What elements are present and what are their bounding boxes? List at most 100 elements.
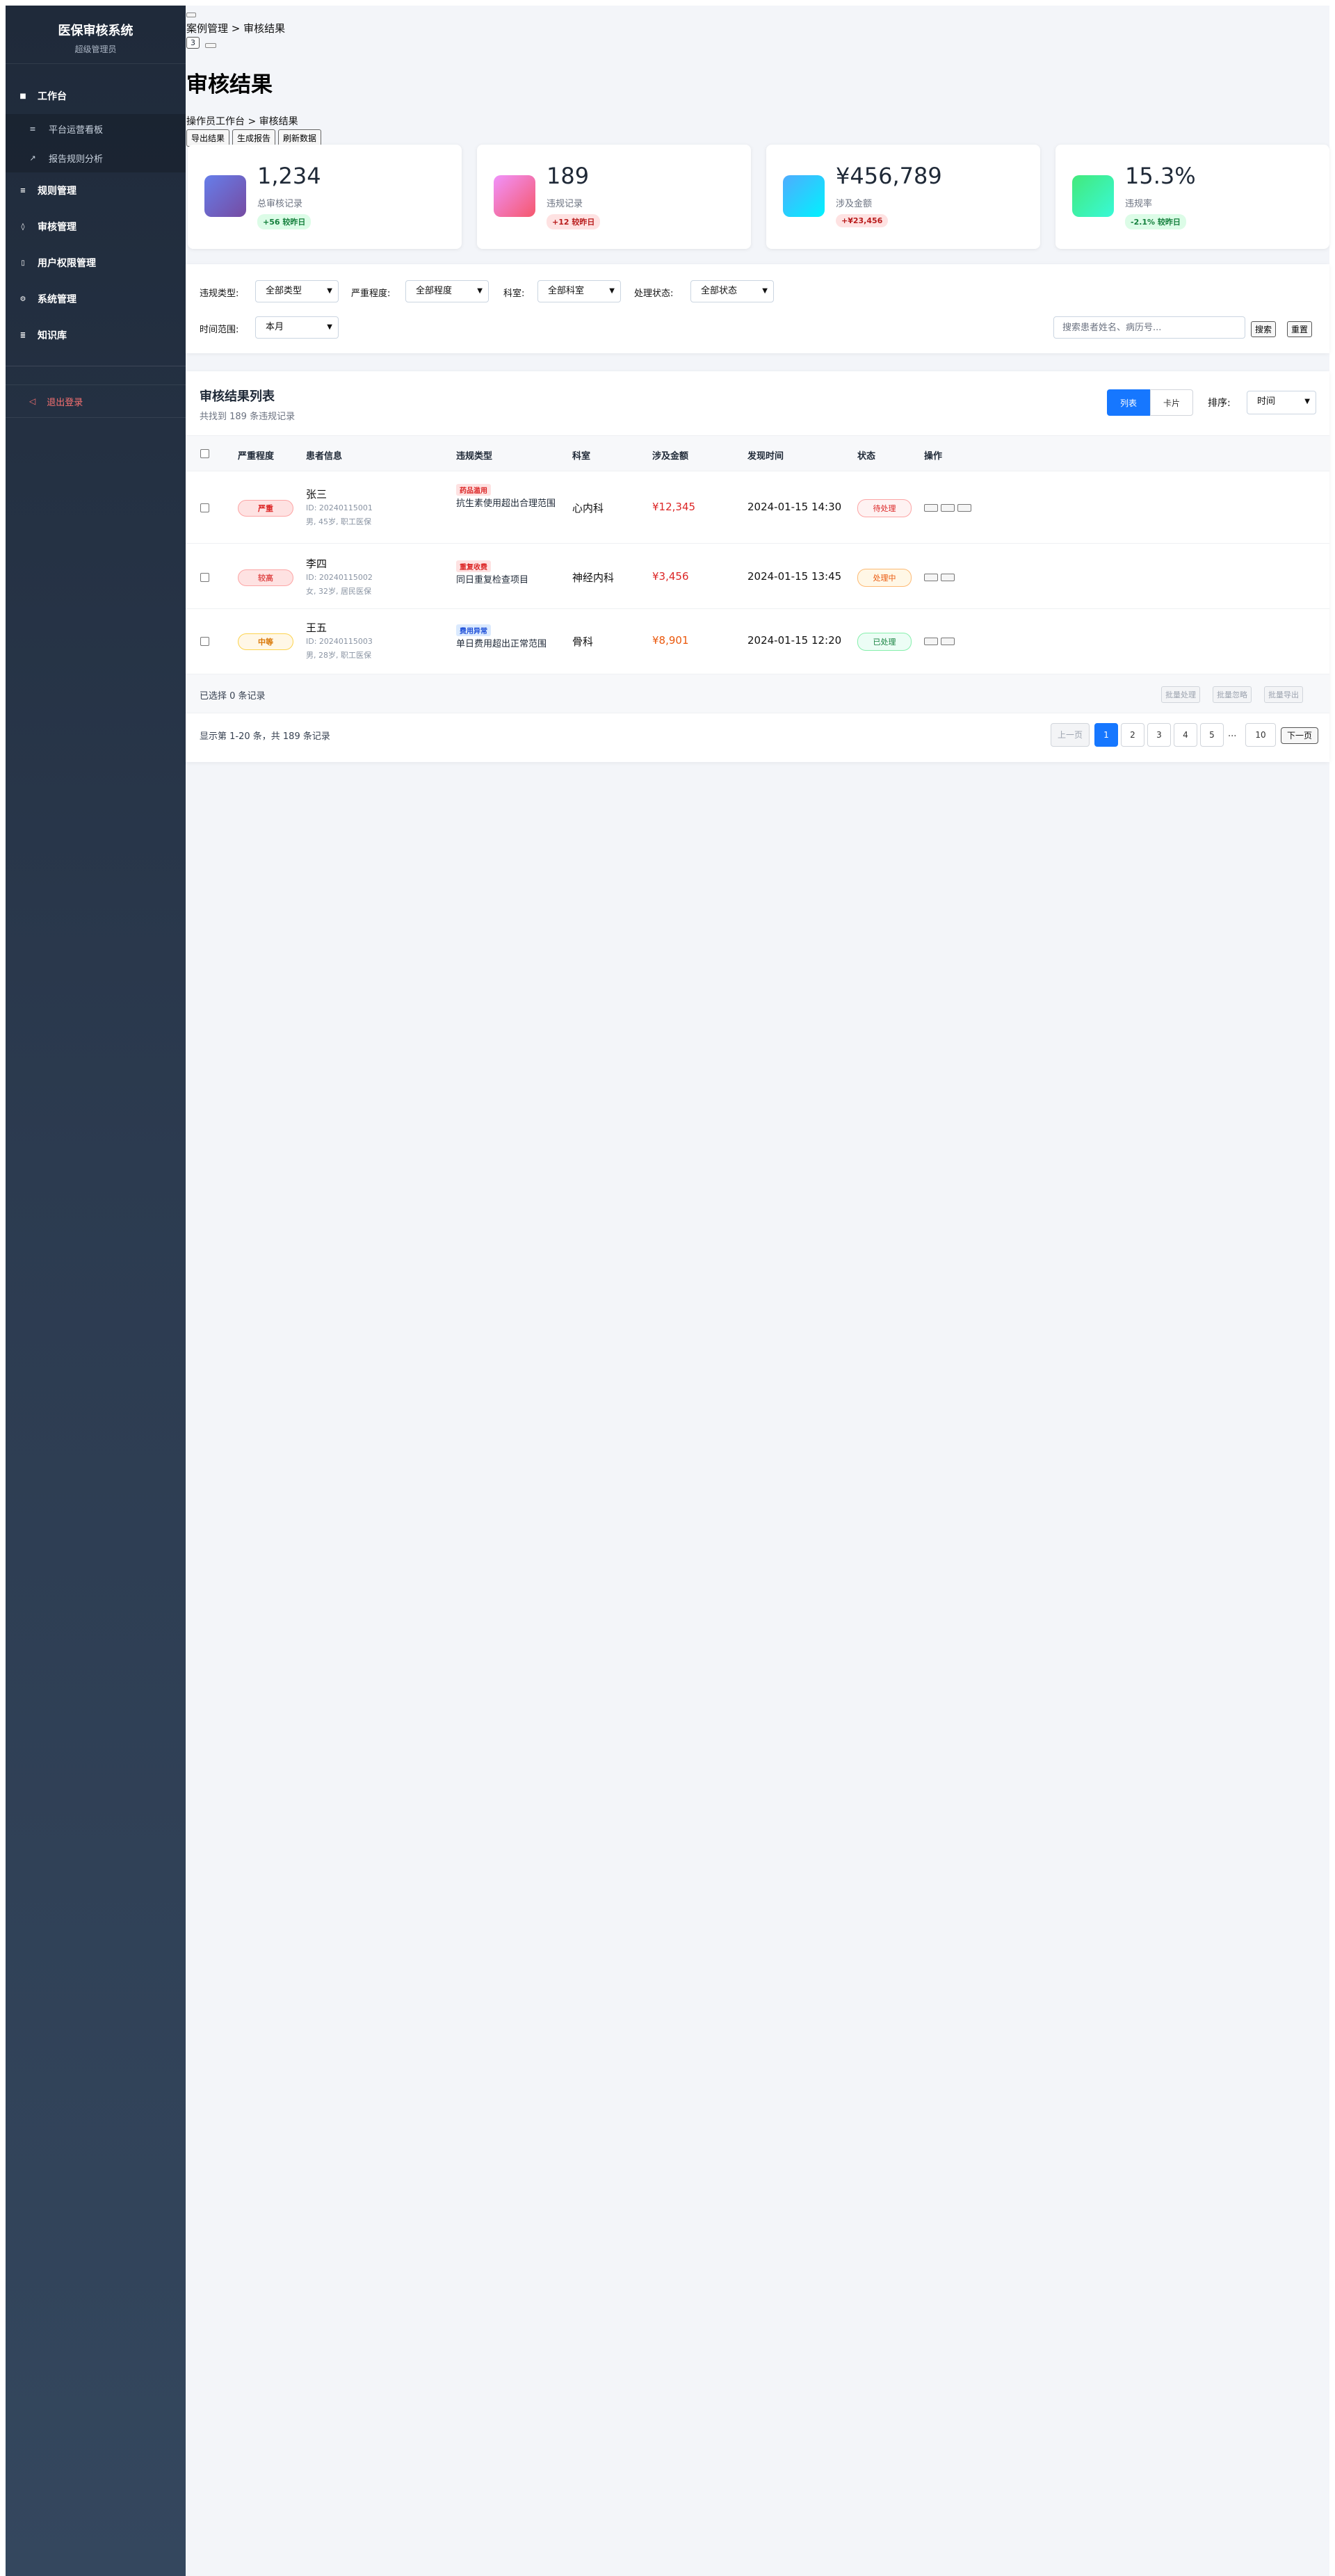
patient-id: ID: 20240115003 — [306, 637, 373, 646]
patient-id: ID: 20240115002 — [306, 573, 373, 582]
select-all-checkbox[interactable] — [200, 449, 209, 458]
logout-button[interactable]: ◁ 退出登录 — [6, 384, 186, 418]
brand: 医保审核系统 超级管理员 — [6, 6, 186, 64]
severity-badge: 中等 — [238, 633, 293, 650]
sidebar-submenu: ≡ 平台运营看板 ↗ 报告规则分析 — [6, 114, 186, 172]
filter-panel: 违规类型: 全部类型 ▼ 严重程度: 全部程度 ▼ 科室: 全部科室 ▼ 处理状态: … — [186, 264, 1329, 353]
breadcrumb: 操作员工作台 > 审核结果 — [186, 116, 298, 127]
violation-desc: 抗生素使用超出合理范围 — [456, 499, 556, 509]
time-range-label: 时间范围: — [200, 325, 239, 335]
stat-value: 189 — [547, 163, 590, 189]
found-time: 2024-01-15 12:20 — [747, 634, 842, 647]
page-2-button[interactable]: 2 — [1121, 723, 1144, 747]
process-button[interactable] — [941, 574, 955, 581]
violation-tag: 药品滥用 — [456, 484, 491, 496]
patient-meta: 女, 32岁, 居民医保 — [306, 587, 371, 596]
sidebar-item-rules[interactable]: ≡ 规则管理 — [6, 172, 186, 209]
sidebar-subitem-rule-analysis[interactable]: ↗ 报告规则分析 — [6, 143, 186, 172]
sort-select[interactable]: 时间 ▼ — [1247, 391, 1316, 414]
status-badge: 已处理 — [857, 633, 912, 651]
select-value: 全部类型 — [266, 286, 302, 296]
time-range-select[interactable]: 本月 ▼ — [255, 316, 339, 339]
view-list-button[interactable]: 列表 — [1107, 389, 1150, 416]
severity-select[interactable]: 全部程度 ▼ — [405, 280, 489, 302]
brand-title: 医保审核系统 — [58, 24, 134, 38]
dept-label: 科室: — [503, 289, 525, 299]
view-toggle: 列表 卡片 — [1107, 389, 1193, 416]
col-amount: 涉及金额 — [652, 451, 689, 462]
select-value: 全部科室 — [548, 286, 585, 296]
amount: ¥12,345 — [652, 501, 696, 513]
batch-process-button[interactable]: 批量处理 — [1161, 686, 1200, 703]
view-button[interactable] — [924, 638, 938, 645]
row-actions — [924, 574, 955, 581]
severity-badge: 严重 — [238, 500, 293, 517]
page-3-button[interactable]: 3 — [1147, 723, 1171, 747]
list-icon: ≡ — [29, 124, 36, 133]
stat-label: 涉及金额 — [836, 199, 873, 209]
process-button[interactable] — [941, 504, 955, 512]
dept-select[interactable]: 全部科室 ▼ — [537, 280, 621, 302]
sidebar-item-workbench[interactable]: ■ 工作台 — [6, 78, 186, 114]
stat-value: 15.3% — [1125, 163, 1196, 189]
notification-count[interactable]: 3 — [186, 37, 200, 49]
results-panel: 审核结果列表 共找到 189 条违规记录 列表 卡片 排序: 时间 ▼ 严重程度 … — [186, 371, 1329, 762]
page-5-button[interactable]: 5 — [1200, 723, 1224, 747]
violation-type-select[interactable]: 全部类型 ▼ — [255, 280, 339, 302]
page-10-button[interactable]: 10 — [1245, 723, 1276, 747]
patient-name: 王五 — [306, 622, 327, 634]
sidebar-item-label: 用户权限管理 — [38, 258, 96, 269]
menu-toggle-button[interactable] — [186, 13, 196, 17]
batch-ignore-button[interactable]: 批量忽略 — [1213, 686, 1252, 703]
ignore-button[interactable] — [957, 504, 971, 512]
rules-icon: ≡ — [19, 186, 26, 195]
view-button[interactable] — [924, 574, 938, 581]
stat-icon — [783, 175, 825, 217]
chevron-down-icon: ▼ — [327, 323, 332, 331]
row-actions — [924, 638, 955, 645]
row-checkbox[interactable] — [200, 503, 209, 512]
severity-label: 严重程度: — [351, 289, 391, 299]
page-1-button[interactable]: 1 — [1094, 723, 1118, 747]
breadcrumb-top: 案例管理 > 审核结果 — [186, 22, 286, 35]
view-card-button[interactable]: 卡片 — [1150, 389, 1193, 416]
prev-page-button[interactable]: 上一页 — [1051, 723, 1090, 747]
sidebar-subitem-label: 平台运营看板 — [49, 124, 104, 136]
next-page-button[interactable]: 下一页 — [1281, 727, 1318, 744]
status-select[interactable]: 全部状态 ▼ — [690, 280, 774, 302]
header-badges: 3 — [186, 37, 216, 49]
stat-delta: -2.1% 较昨日 — [1125, 214, 1186, 229]
small-button[interactable] — [205, 43, 216, 48]
sidebar-item-permissions[interactable]: ▯ 用户权限管理 — [6, 245, 186, 281]
reset-button[interactable]: 重置 — [1287, 321, 1313, 337]
view-button[interactable] — [924, 504, 938, 512]
violation-tag: 费用异常 — [456, 624, 491, 636]
batch-bar: 已选择 0 条记录 批量处理 批量忽略 批量导出 — [186, 674, 1329, 713]
gear-icon: ⚙ — [19, 295, 26, 303]
pager-info: 显示第 1-20 条，共 189 条记录 — [200, 731, 330, 742]
search-button[interactable]: 搜索 — [1251, 321, 1277, 337]
stat-icon — [204, 175, 246, 217]
row-checkbox[interactable] — [200, 637, 209, 646]
select-value: 全部程度 — [416, 286, 453, 296]
sidebar-subitem-ops-dashboard[interactable]: ≡ 平台运营看板 — [6, 114, 186, 143]
col-time: 发现时间 — [747, 451, 784, 462]
sidebar-item-knowledge[interactable]: ≣ 知识库 — [6, 317, 186, 353]
sidebar-item-system[interactable]: ⚙ 系统管理 — [6, 281, 186, 317]
table-row: 较高 李四 ID: 20240115002 女, 32岁, 居民医保 重复收费 … — [186, 544, 1329, 609]
dashboard-icon: ■ — [19, 92, 26, 100]
patient-name: 李四 — [306, 558, 327, 570]
sort-label: 排序: — [1208, 398, 1231, 409]
chevron-down-icon: ▼ — [762, 287, 768, 295]
sidebar-item-audit[interactable]: ◊ 审核管理 — [6, 209, 186, 245]
detail-button[interactable] — [941, 638, 955, 645]
status-badge: 处理中 — [857, 569, 912, 587]
col-status: 状态 — [857, 451, 876, 462]
page-4-button[interactable]: 4 — [1174, 723, 1197, 747]
stat-card-total: 1,234 总审核记录 +56 较昨日 — [188, 145, 462, 249]
batch-export-button[interactable]: 批量导出 — [1264, 686, 1303, 703]
row-checkbox[interactable] — [200, 573, 209, 582]
selected-count: 已选择 0 条记录 — [200, 691, 266, 702]
sidebar-item-label: 系统管理 — [38, 294, 76, 305]
search-input[interactable] — [1053, 316, 1245, 339]
